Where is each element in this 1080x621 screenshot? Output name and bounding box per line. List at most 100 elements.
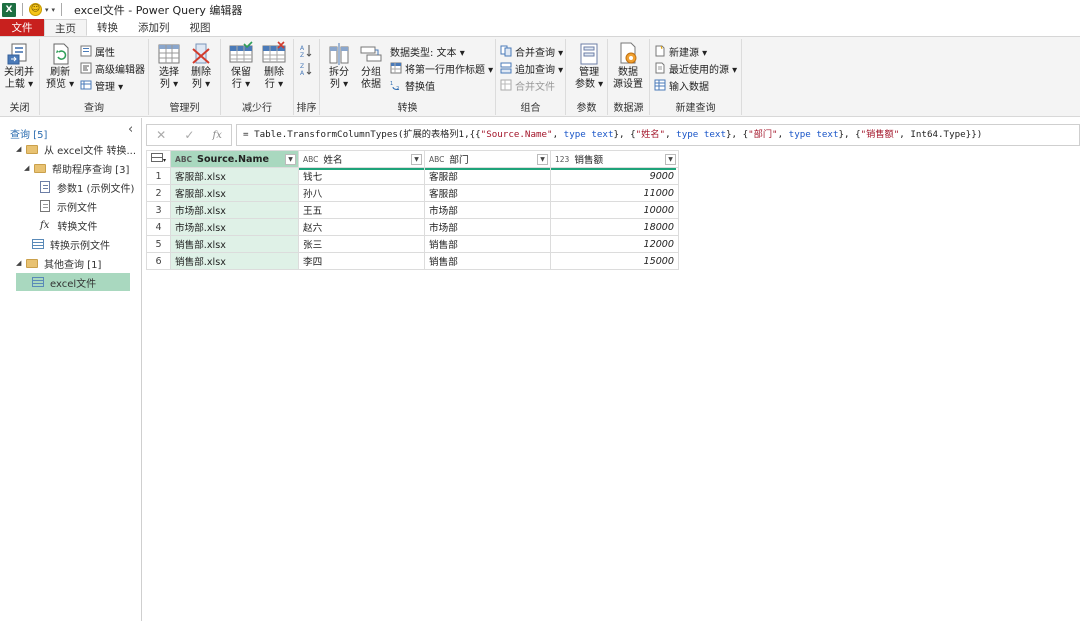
table-row[interactable]: 4 市场部.xlsx 赵六 市场部 18000 xyxy=(145,218,680,236)
cell-department[interactable]: 销售部 xyxy=(424,235,552,253)
table-row[interactable]: 2 客服部.xlsx 孙八 客服部 11000 xyxy=(145,184,680,202)
combine-files-button[interactable]: 合并文件 xyxy=(500,77,555,93)
query-group-from-excel[interactable]: ◢ 从 excel文件 转换... xyxy=(16,140,136,158)
row-number[interactable]: 2 xyxy=(145,184,172,202)
cell-department[interactable]: 客服部 xyxy=(424,167,552,185)
cell-department[interactable]: 客服部 xyxy=(424,184,552,202)
row-number[interactable]: 3 xyxy=(145,201,172,219)
cell-sales[interactable]: 11000 xyxy=(550,184,680,202)
column-header-name[interactable]: ABC 姓名 ▼ xyxy=(298,150,426,168)
replace-values-button[interactable]: 12 替换值 xyxy=(390,77,435,93)
query-item-sample-file[interactable]: 示例文件 xyxy=(40,197,97,215)
keep-rows-button[interactable]: 保留 行 ▾ xyxy=(229,41,253,91)
append-queries-button[interactable]: 追加查询 ▾ xyxy=(500,60,563,76)
table-row[interactable]: 3 市场部.xlsx 王五 市场部 10000 xyxy=(145,201,680,219)
refresh-preview-button[interactable]: 刷新 预览 ▾ xyxy=(46,41,74,91)
cell-name[interactable]: 钱七 xyxy=(298,167,426,185)
remove-rows-button[interactable]: 删除 行 ▾ xyxy=(262,41,286,91)
close-and-load-button[interactable]: 关闭并 上载 ▾ xyxy=(4,41,34,91)
data-source-settings-button[interactable]: 数据 源设置 xyxy=(613,41,643,91)
filter-dropdown-icon[interactable]: ▼ xyxy=(665,154,677,165)
cell-sales[interactable]: 10000 xyxy=(550,201,680,219)
filter-dropdown-icon[interactable]: ▼ xyxy=(285,154,297,165)
cell-name[interactable]: 赵六 xyxy=(298,218,426,236)
manage-parameters-button[interactable]: 管理 参数 ▾ xyxy=(575,41,603,91)
text-type-icon[interactable]: ABC xyxy=(303,155,318,164)
row-number[interactable]: 1 xyxy=(145,167,172,185)
table-row[interactable]: 5 销售部.xlsx 张三 销售部 12000 xyxy=(145,235,680,253)
cell-name[interactable]: 张三 xyxy=(298,235,426,253)
data-type-dropdown[interactable]: 数据类型: 文本 ▾ xyxy=(390,43,465,59)
data-grid: ▾ ABC Source.Name ▼ ABC 姓名 ▼ ABC 部门 ▼ 123 销售… xyxy=(145,150,680,270)
row-number[interactable]: 4 xyxy=(145,218,172,236)
query-item-transform-sample[interactable]: 转换示例文件 xyxy=(32,235,110,253)
cell-source-name[interactable]: 客服部.xlsx xyxy=(170,167,300,185)
filter-dropdown-icon[interactable]: ▼ xyxy=(537,154,549,165)
cell-name[interactable]: 王五 xyxy=(298,201,426,219)
tab-home[interactable]: 主页 xyxy=(44,19,87,36)
cell-sales[interactable]: 12000 xyxy=(550,235,680,253)
cancel-icon[interactable]: ✕ xyxy=(156,128,166,142)
use-first-row-as-headers-button[interactable]: 将第一行用作标题 ▾ xyxy=(390,60,493,76)
sort-descending-button[interactable]: ZA xyxy=(300,61,315,77)
advanced-editor-button[interactable]: 高级编辑器 xyxy=(80,60,145,76)
merge-queries-button[interactable]: 合并查询 ▾ xyxy=(500,43,563,59)
query-item-excel-file[interactable]: excel文件 xyxy=(16,273,130,291)
table-menu-button[interactable]: ▾ xyxy=(145,150,172,168)
tab-add-column[interactable]: 添加列 xyxy=(128,19,180,36)
expand-triangle-icon[interactable]: ◢ xyxy=(24,164,34,172)
customize-qat-icon[interactable]: ▾ xyxy=(52,6,56,14)
confirm-icon[interactable]: ✓ xyxy=(184,128,194,142)
sort-ascending-button[interactable]: AZ xyxy=(300,43,315,59)
query-item-parameter[interactable]: 参数1 (示例文件) xyxy=(40,178,134,196)
cell-sales[interactable]: 9000 xyxy=(550,167,680,185)
chevron-down-icon[interactable]: ▾ xyxy=(45,6,49,14)
query-item-transform-file[interactable]: fx 转换文件 xyxy=(40,216,97,234)
table-row[interactable]: 1 客服部.xlsx 钱七 客服部 9000 xyxy=(145,167,680,185)
table-row[interactable]: 6 销售部.xlsx 李四 销售部 15000 xyxy=(145,252,680,270)
row-number[interactable]: 5 xyxy=(145,235,172,253)
cell-department[interactable]: 市场部 xyxy=(424,201,552,219)
queries-header[interactable]: 查询 [5] xyxy=(10,126,47,141)
tab-transform[interactable]: 转换 xyxy=(87,19,128,36)
cell-source-name[interactable]: 市场部.xlsx xyxy=(170,218,300,236)
expand-triangle-icon[interactable]: ◢ xyxy=(16,145,26,153)
cell-source-name[interactable]: 销售部.xlsx xyxy=(170,252,300,270)
query-group-other[interactable]: ◢ 其他查询 [1] xyxy=(16,254,101,272)
cell-department[interactable]: 销售部 xyxy=(424,252,552,270)
filter-dropdown-icon[interactable]: ▼ xyxy=(411,154,423,165)
collapse-pane-icon[interactable]: ‹ xyxy=(128,122,133,137)
cell-name[interactable]: 孙八 xyxy=(298,184,426,202)
group-close: 关闭并 上载 ▾ 关闭 xyxy=(0,39,40,115)
properties-button[interactable]: 属性 xyxy=(80,43,115,59)
recent-sources-button[interactable]: 最近使用的源 ▾ xyxy=(654,60,737,76)
new-source-button[interactable]: 新建源 ▾ xyxy=(654,43,707,59)
formula-input[interactable]: = Table.TransformColumnTypes(扩展的表格列1,{{"… xyxy=(236,124,1080,146)
cell-sales[interactable]: 18000 xyxy=(550,218,680,236)
tab-file[interactable]: 文件 xyxy=(0,19,44,36)
query-group-helper[interactable]: ◢ 帮助程序查询 [3] xyxy=(24,159,129,177)
cell-source-name[interactable]: 客服部.xlsx xyxy=(170,184,300,202)
manage-button[interactable]: 管理 ▾ xyxy=(80,77,123,93)
row-number[interactable]: 6 xyxy=(145,252,172,270)
text-type-icon[interactable]: ABC xyxy=(429,155,444,164)
cell-source-name[interactable]: 销售部.xlsx xyxy=(170,235,300,253)
number-type-icon[interactable]: 123 xyxy=(555,155,569,164)
remove-columns-button[interactable]: 删除 列 ▾ xyxy=(189,41,213,91)
insert-function-icon[interactable]: fx xyxy=(213,130,222,141)
column-header-source-name[interactable]: ABC Source.Name ▼ xyxy=(170,150,300,168)
enter-data-button[interactable]: 输入数据 xyxy=(654,77,709,93)
expand-triangle-icon[interactable]: ◢ xyxy=(16,259,26,267)
split-column-button[interactable]: 拆分 列 ▾ xyxy=(327,41,351,91)
column-header-sales[interactable]: 123 销售额 ▼ xyxy=(550,150,680,168)
group-by-button[interactable]: 分组 依据 xyxy=(359,41,383,91)
cell-name[interactable]: 李四 xyxy=(298,252,426,270)
cell-source-name[interactable]: 市场部.xlsx xyxy=(170,201,300,219)
smiley-icon[interactable]: ☺ xyxy=(29,3,42,16)
cell-department[interactable]: 市场部 xyxy=(424,218,552,236)
cell-sales[interactable]: 15000 xyxy=(550,252,680,270)
tab-view[interactable]: 视图 xyxy=(180,19,221,36)
text-type-icon[interactable]: ABC xyxy=(175,155,192,164)
choose-columns-button[interactable]: 选择 列 ▾ xyxy=(157,41,181,91)
column-header-department[interactable]: ABC 部门 ▼ xyxy=(424,150,552,168)
